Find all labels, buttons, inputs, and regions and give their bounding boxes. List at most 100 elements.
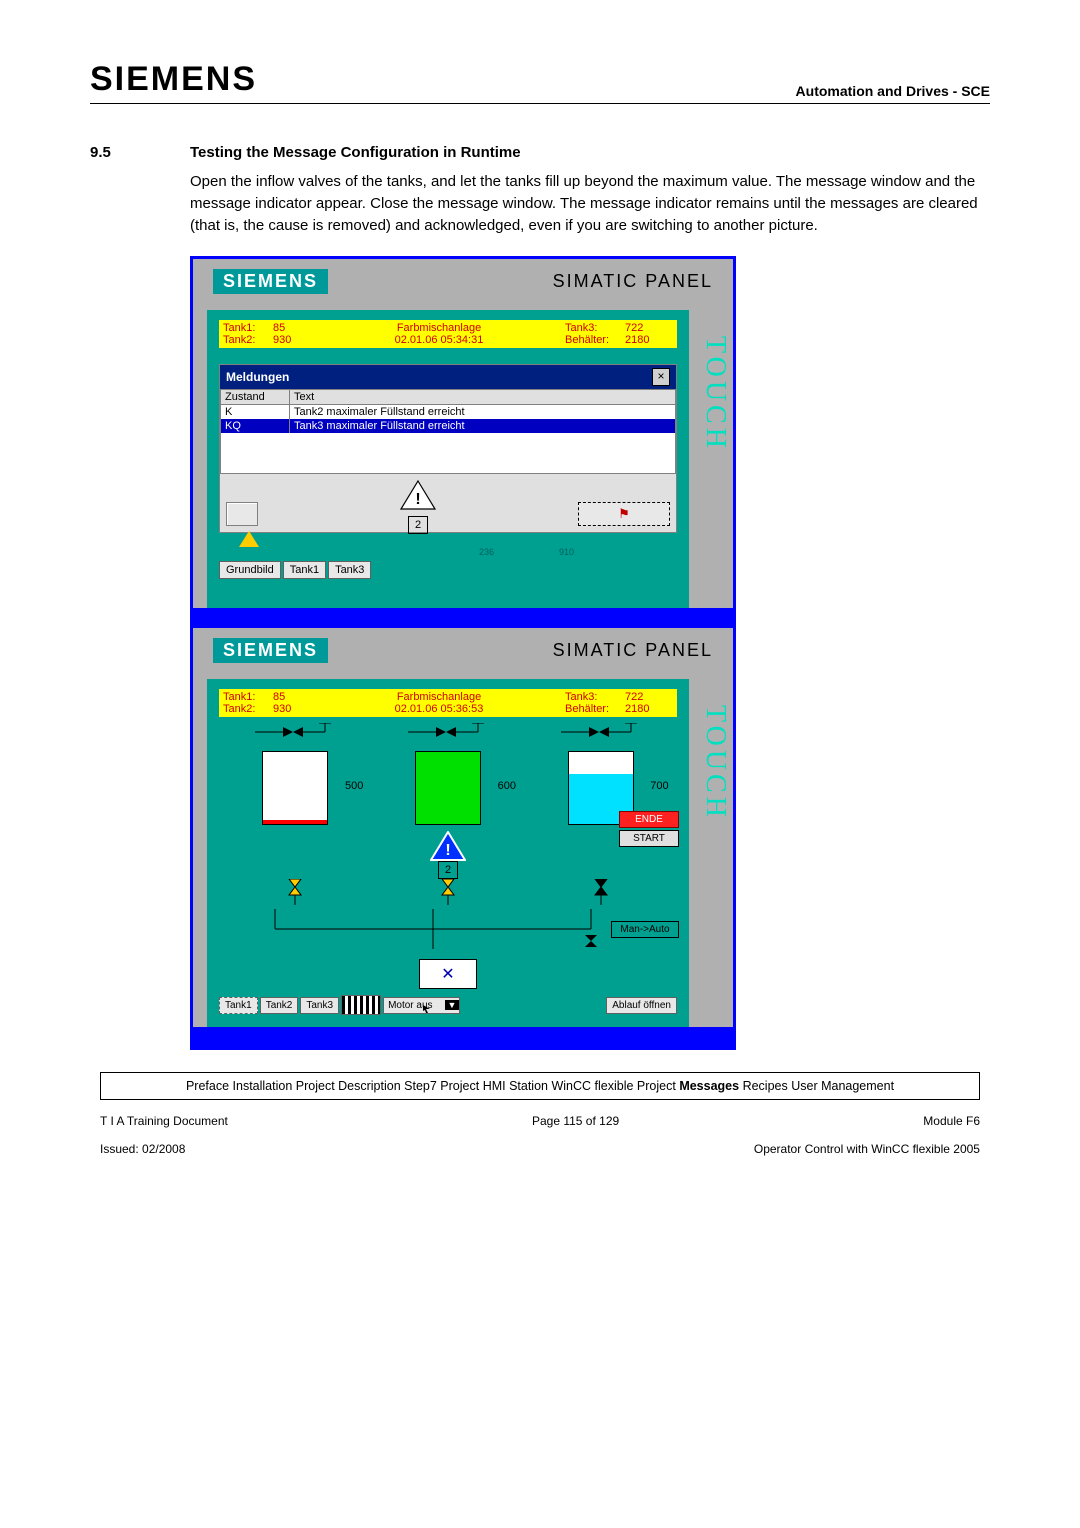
- bg-value-a: 236: [479, 547, 494, 557]
- breadcrumb: Preface Installation Project Description…: [100, 1072, 980, 1100]
- message-table: Zustand Text K Tank2 maximaler Füllstand…: [220, 389, 676, 433]
- small-indicator-icon: [239, 531, 259, 547]
- crumb-item: Step7 Project: [404, 1079, 479, 1093]
- tank3-value: 722: [625, 322, 673, 334]
- behaelter-value: 2180: [625, 703, 673, 715]
- mixer-icon: ✕: [441, 964, 454, 984]
- tank3-label: Tank3:: [565, 691, 625, 703]
- col-text: Text: [290, 390, 676, 405]
- col-state: Zustand: [221, 390, 290, 405]
- outlet-valve-2[interactable]: [433, 879, 463, 905]
- indicator-count: 2: [408, 516, 428, 534]
- crumb-item: User Management: [791, 1079, 894, 1093]
- ende-button[interactable]: ENDE: [619, 811, 679, 828]
- behaelter-label: Behälter:: [565, 334, 625, 346]
- tank3-level: 700: [650, 780, 668, 792]
- svg-text:!: !: [415, 491, 420, 508]
- footer-center: Page 115 of 129: [532, 1114, 619, 1128]
- outlet-valve-1[interactable]: [280, 879, 310, 905]
- tank1-value: 85: [273, 691, 313, 703]
- tab-tank3[interactable]: Tank3: [328, 561, 371, 579]
- crumb-item: Recipes: [743, 1079, 788, 1093]
- footer-right: Module F6: [923, 1114, 980, 1128]
- behaelter-label: Behälter:: [565, 703, 625, 715]
- hmi-screen-1: Tank1: 85 Farbmischanlage Tank3: 722 Tan…: [207, 310, 689, 608]
- tab-tank1[interactable]: Tank1: [219, 997, 258, 1014]
- warning-icon: !: [430, 831, 466, 861]
- hmi-panel-1: SIEMENS SIMATIC PANEL TOUCH Tank1: 85 Fa…: [193, 259, 733, 608]
- close-button[interactable]: ×: [652, 368, 670, 386]
- message-indicator[interactable]: ! 2: [398, 480, 438, 526]
- footer-module: Operator Control with WinCC flexible 200…: [754, 1142, 980, 1156]
- timestamp: 02.01.06 05:36:53: [313, 703, 565, 715]
- bg-value-b: 910: [559, 547, 574, 557]
- tank1-label: Tank1:: [223, 322, 273, 334]
- inlet-valve-3[interactable]: [561, 723, 641, 741]
- crumb-active: Messages: [679, 1079, 739, 1093]
- tab-tank1[interactable]: Tank1: [283, 561, 326, 579]
- tank2-level: 600: [498, 780, 516, 792]
- mixing-tank: ✕: [419, 959, 477, 989]
- screen-title: Farbmischanlage: [313, 322, 565, 334]
- message-window: Meldungen × Zustand Text K Tank2 maximal…: [219, 364, 677, 533]
- header-subtitle: Automation and Drives - SCE: [796, 83, 990, 99]
- footer-row-2: Issued: 02/2008 Operator Control with Wi…: [100, 1142, 980, 1156]
- flag-icon: ⚑: [618, 506, 630, 522]
- footer-row-1: T I A Training Document Page 115 of 129 …: [100, 1114, 980, 1128]
- tab-grundbild[interactable]: Grundbild: [219, 561, 281, 579]
- tank3-value: 722: [625, 691, 673, 703]
- tank2-value: 930: [273, 334, 313, 346]
- chevron-down-icon: ▼: [445, 1000, 460, 1010]
- crumb-item: Project Description: [296, 1079, 401, 1093]
- message-indicator[interactable]: ! 2: [430, 831, 466, 879]
- ablauf-button[interactable]: Ablauf öffnen: [606, 997, 677, 1014]
- tank2-value: 930: [273, 703, 313, 715]
- behaelter-value: 2180: [625, 334, 673, 346]
- message-row[interactable]: K Tank2 maximaler Füllstand erreicht: [221, 405, 676, 420]
- section-body: Open the inflow valves of the tanks, and…: [190, 171, 980, 236]
- pipes: [219, 909, 677, 961]
- panels-frame: SIEMENS SIMATIC PANEL TOUCH Tank1: 85 Fa…: [190, 256, 736, 1050]
- svg-text:!: !: [445, 842, 450, 859]
- section-title: Testing the Message Configuration in Run…: [190, 144, 521, 161]
- tank2-label: Tank2:: [223, 703, 273, 715]
- tab-tank3[interactable]: Tank3: [300, 997, 339, 1014]
- bezel-siemens-logo: SIEMENS: [213, 269, 328, 294]
- crumb-item: WinCC flexible Project: [551, 1079, 675, 1093]
- section-number: 9.5: [90, 144, 150, 161]
- warning-icon: !: [400, 480, 436, 510]
- timestamp: 02.01.06 05:34:31: [313, 334, 565, 346]
- inlet-valve-2[interactable]: [408, 723, 488, 741]
- side-controls: ENDE START: [619, 811, 679, 847]
- tank2-label: Tank2:: [223, 334, 273, 346]
- tank1-value: 85: [273, 322, 313, 334]
- inlet-valve-1[interactable]: [255, 723, 335, 741]
- start-button[interactable]: START: [619, 830, 679, 847]
- motor-dropdown[interactable]: Motor aus ▼: [383, 997, 460, 1014]
- tank-2: 600: [415, 751, 481, 825]
- page-header: SIEMENS Automation and Drives - SCE: [90, 60, 990, 104]
- bezel-brand: SIMATIC PANEL: [553, 271, 713, 292]
- touch-label: TOUCH: [701, 314, 729, 474]
- tab-tank2[interactable]: Tank2: [260, 997, 299, 1014]
- background-values: 236 910: [219, 547, 677, 557]
- touch-label: TOUCH: [701, 683, 729, 843]
- crumb-item: Preface: [186, 1079, 229, 1093]
- hmi-panel-2: SIEMENS SIMATIC PANEL TOUCH Tank1: 85 Fa…: [193, 628, 733, 1027]
- outlet-valve-3[interactable]: [586, 879, 616, 905]
- hmi-screen-2: Tank1: 85 Farbmischanlage Tank3: 722 Tan…: [207, 679, 689, 1027]
- message-row-selected[interactable]: KQ Tank3 maximaler Füllstand erreicht: [221, 419, 676, 433]
- message-window-title: Meldungen: [226, 370, 289, 384]
- message-toolbar-button[interactable]: [226, 502, 258, 526]
- bargraph-icon[interactable]: [341, 995, 381, 1015]
- acknowledge-button[interactable]: ⚑: [578, 502, 670, 526]
- tank3-label: Tank3:: [565, 322, 625, 334]
- crumb-item: HMI Station: [483, 1079, 548, 1093]
- siemens-logo: SIEMENS: [90, 60, 257, 99]
- crumb-item: Installation: [233, 1079, 293, 1093]
- message-window-titlebar[interactable]: Meldungen ×: [220, 365, 676, 389]
- tank-1: 500: [262, 751, 328, 825]
- tank1-level: 500: [345, 780, 363, 792]
- bezel-brand: SIMATIC PANEL: [553, 640, 713, 661]
- footer-left: T I A Training Document: [100, 1114, 228, 1128]
